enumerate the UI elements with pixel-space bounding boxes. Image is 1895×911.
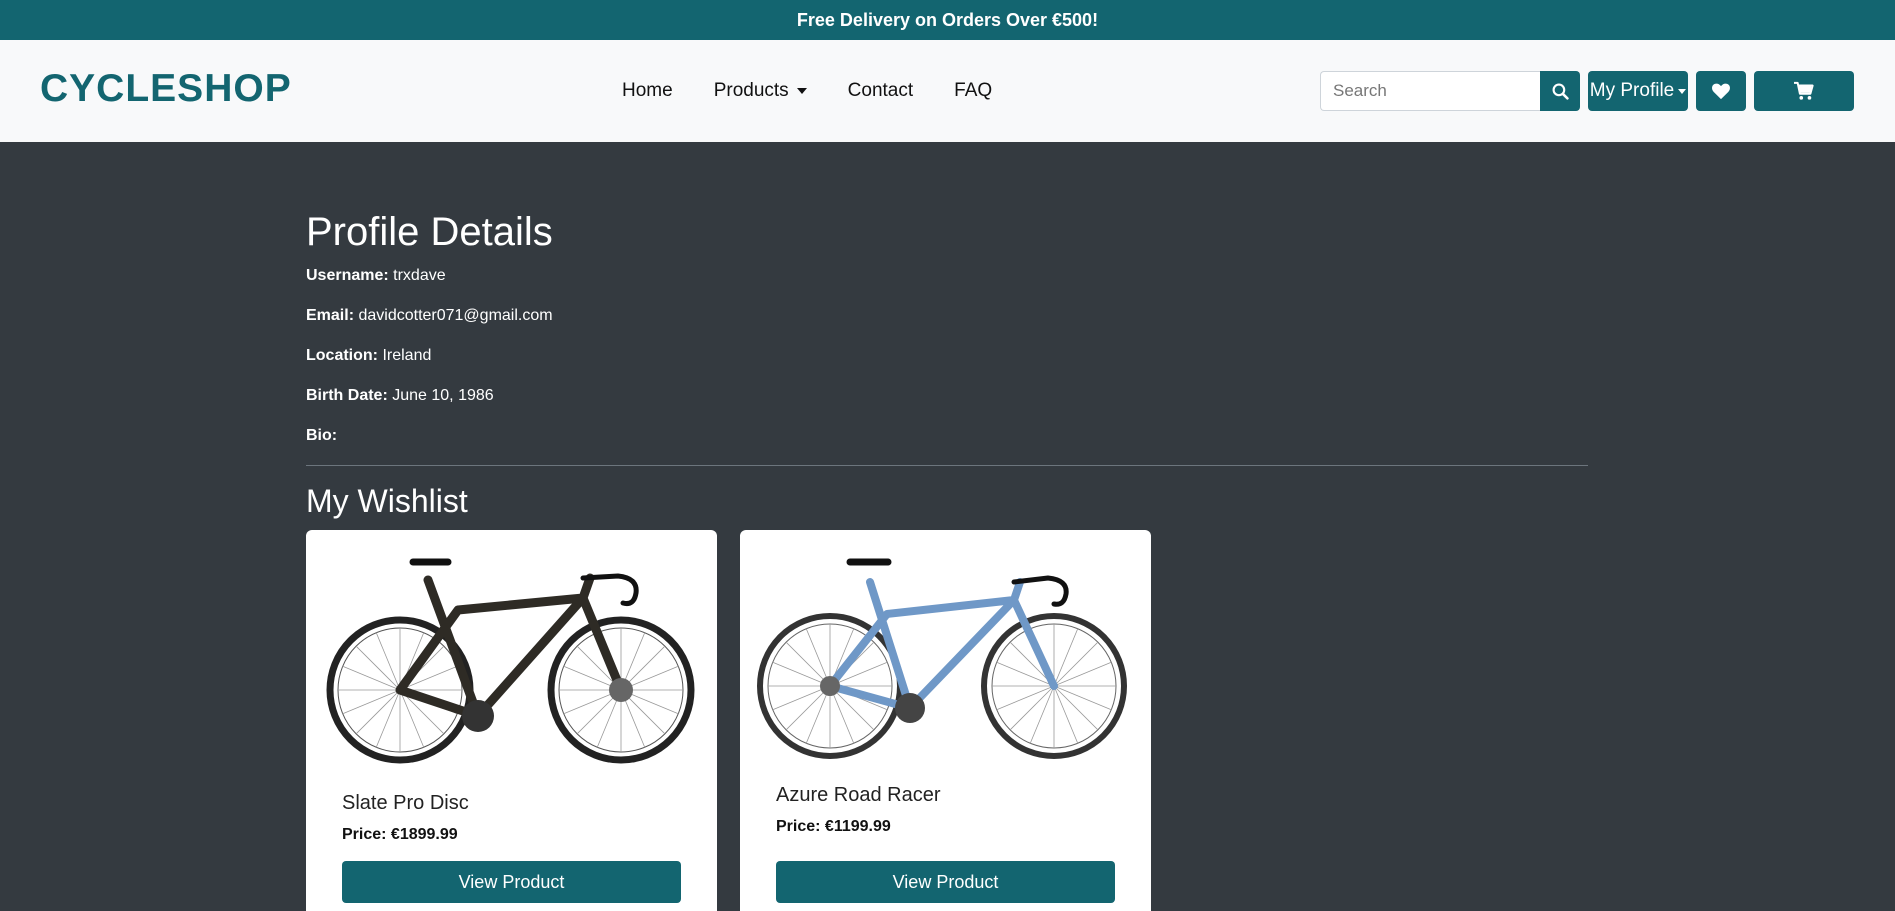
profile-username: Username: trxdave (306, 267, 446, 285)
product-image (326, 558, 695, 764)
location-value: Ireland (382, 347, 432, 364)
nav-home-label: Home (622, 80, 673, 101)
view-product-button[interactable]: View Product (342, 861, 681, 903)
search-icon (1552, 83, 1569, 100)
search-input[interactable] (1320, 71, 1540, 111)
nav-contact-label: Contact (847, 80, 914, 101)
nav-products-dropdown[interactable]: Products (714, 80, 807, 102)
navbar: CYCLESHOP Home Products Contact FAQ My P… (0, 40, 1895, 142)
cart-button[interactable] (1754, 71, 1854, 111)
wishlist-card: Slate Pro Disc Price: €1899.99 View Prod… (306, 530, 717, 911)
my-profile-dropdown[interactable]: My Profile (1588, 71, 1688, 111)
view-product-button[interactable]: View Product (776, 861, 1115, 903)
chevron-down-icon (796, 88, 807, 94)
section-divider (306, 465, 1588, 466)
chevron-down-icon (1678, 88, 1687, 94)
product-price: Price: €1899.99 (342, 826, 458, 843)
product-name: Slate Pro Disc (342, 792, 469, 814)
profile-bio: Bio: (306, 427, 337, 445)
profile-email: Email: davidcotter071@gmail.com (306, 307, 553, 325)
promo-text: Free Delivery on Orders Over €500! (796, 9, 1099, 30)
promo-banner: Free Delivery on Orders Over €500! (0, 0, 1895, 40)
product-price: Price: €1199.99 (776, 818, 891, 835)
nav-faq[interactable]: FAQ (954, 80, 992, 102)
email-label: Email: (306, 307, 355, 324)
birth-date-value: June 10, 1986 (392, 387, 494, 404)
nav-links: Home Products Contact FAQ (622, 40, 1033, 142)
profile-location: Location: Ireland (306, 347, 431, 365)
brand-logo[interactable]: CYCLESHOP (40, 67, 292, 111)
nav-products-label: Products (713, 80, 789, 101)
email-value: davidcotter071@gmail.com (358, 307, 553, 324)
wishlist-card: Azure Road Racer Price: €1199.99 View Pr… (740, 530, 1151, 911)
wishlist-button[interactable] (1696, 71, 1746, 111)
my-profile-label: My Profile (1589, 80, 1675, 101)
nav-contact[interactable]: Contact (848, 80, 913, 102)
nav-faq-label: FAQ (954, 80, 993, 101)
username-label: Username: (306, 267, 389, 284)
wishlist-title: My Wishlist (306, 483, 468, 519)
birth-date-label: Birth Date: (306, 387, 388, 404)
heart-icon (1712, 83, 1730, 100)
product-name: Azure Road Racer (776, 784, 941, 806)
cart-icon (1794, 81, 1814, 100)
location-label: Location: (306, 347, 378, 364)
username-value: trxdave (393, 267, 446, 284)
profile-title: Profile Details (306, 210, 553, 254)
bio-label: Bio: (306, 427, 338, 444)
product-image (757, 558, 1127, 759)
search-button[interactable] (1540, 71, 1580, 111)
search-form (1320, 71, 1580, 111)
nav-home[interactable]: Home (622, 80, 673, 102)
profile-birth-date: Birth Date: June 10, 1986 (306, 387, 494, 405)
